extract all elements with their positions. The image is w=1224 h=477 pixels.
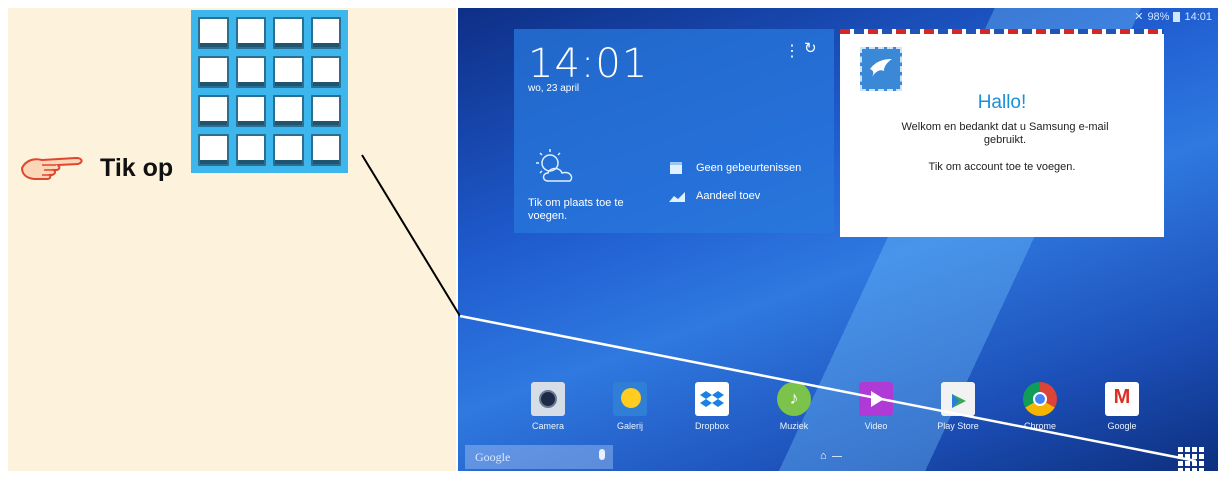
email-widget[interactable]: Hallo! Welkom en bedankt dat u Samsung e… [840, 29, 1164, 237]
instruction-panel: Tik op [8, 8, 456, 471]
stock-add[interactable]: Aandeel toev [696, 190, 760, 202]
app-label: Dropbox [694, 421, 730, 431]
tablet-home-screen: ✕ 98% 14:01 14:01 wo, 23 april ⋮ ↻ Tik o… [458, 8, 1218, 471]
menu-icon[interactable]: ⋮ [784, 41, 800, 61]
apps-button[interactable] [1178, 447, 1204, 471]
camera-icon [531, 382, 565, 416]
weather-add-location[interactable]: Tik om plaats toe te voegen. [528, 197, 648, 223]
mute-icon: ✕ [1134, 11, 1144, 23]
calendar-icon [670, 162, 682, 174]
app-google[interactable]: M Google [1087, 382, 1157, 431]
app-label: Chrome [1023, 421, 1056, 431]
clock-weather-widget[interactable]: 14:01 wo, 23 april ⋮ ↻ Tik om plaats toe… [514, 29, 834, 233]
email-welcome-text: Welkom en bedankt dat u Samsung e-mail g… [901, 121, 1109, 146]
app-label: Google [1107, 421, 1137, 431]
app-music[interactable]: ♪ Muziek [759, 382, 829, 431]
app-label: Galerij [616, 421, 643, 431]
refresh-icon[interactable]: ↻ [804, 39, 817, 57]
stock-icon [669, 192, 685, 202]
google-icon: M [1105, 382, 1139, 416]
app-dropbox[interactable]: Dropbox [677, 382, 747, 431]
email-stamp-icon [860, 47, 902, 91]
app-dock: Camera Galerij Dropbox ♪ Muziek Video Pl… [458, 382, 1218, 448]
dropbox-icon [695, 382, 729, 416]
airmail-stripe [840, 29, 1164, 34]
apps-grid-icon [191, 10, 348, 173]
app-label: Play Store [937, 421, 979, 431]
calendar-events[interactable]: Geen gebeurtenissen [696, 162, 801, 174]
battery-icon [1173, 11, 1181, 22]
app-label: Video [864, 421, 888, 431]
app-label: Muziek [779, 421, 809, 431]
gallery-icon [613, 382, 647, 416]
chrome-icon [1023, 382, 1057, 416]
pointing-hand-icon [20, 156, 83, 180]
page-indicator: ⌂ [820, 450, 842, 462]
home-icon: ⌂ [820, 450, 827, 462]
status-bar: ✕ 98% 14:01 [1134, 10, 1212, 24]
search-placeholder: Google [475, 450, 511, 464]
instruction-text: Tik op [100, 153, 174, 182]
google-search-bar[interactable]: Google [465, 445, 613, 469]
microphone-icon[interactable] [599, 449, 605, 460]
weather-icon [536, 149, 573, 182]
app-video[interactable]: Video [841, 382, 911, 431]
app-label: Camera [531, 421, 564, 431]
email-title: Hallo! [977, 92, 1027, 113]
instruction: Tik op [20, 148, 173, 188]
app-camera[interactable]: Camera [513, 382, 583, 431]
play-store-icon [941, 382, 975, 416]
add-account-link[interactable]: Tik om account toe te voegen. [840, 161, 1164, 173]
app-chrome[interactable]: Chrome [1005, 382, 1075, 431]
battery-percent: 98% [1147, 10, 1170, 23]
app-gallery[interactable]: Galerij [595, 382, 665, 431]
music-icon: ♪ [777, 382, 811, 416]
status-time: 14:01 [1184, 10, 1212, 23]
app-play-store[interactable]: Play Store [923, 382, 993, 431]
clock-time: 14:01 [528, 41, 649, 87]
video-icon [859, 382, 893, 416]
clock-date: wo, 23 april [528, 83, 580, 94]
